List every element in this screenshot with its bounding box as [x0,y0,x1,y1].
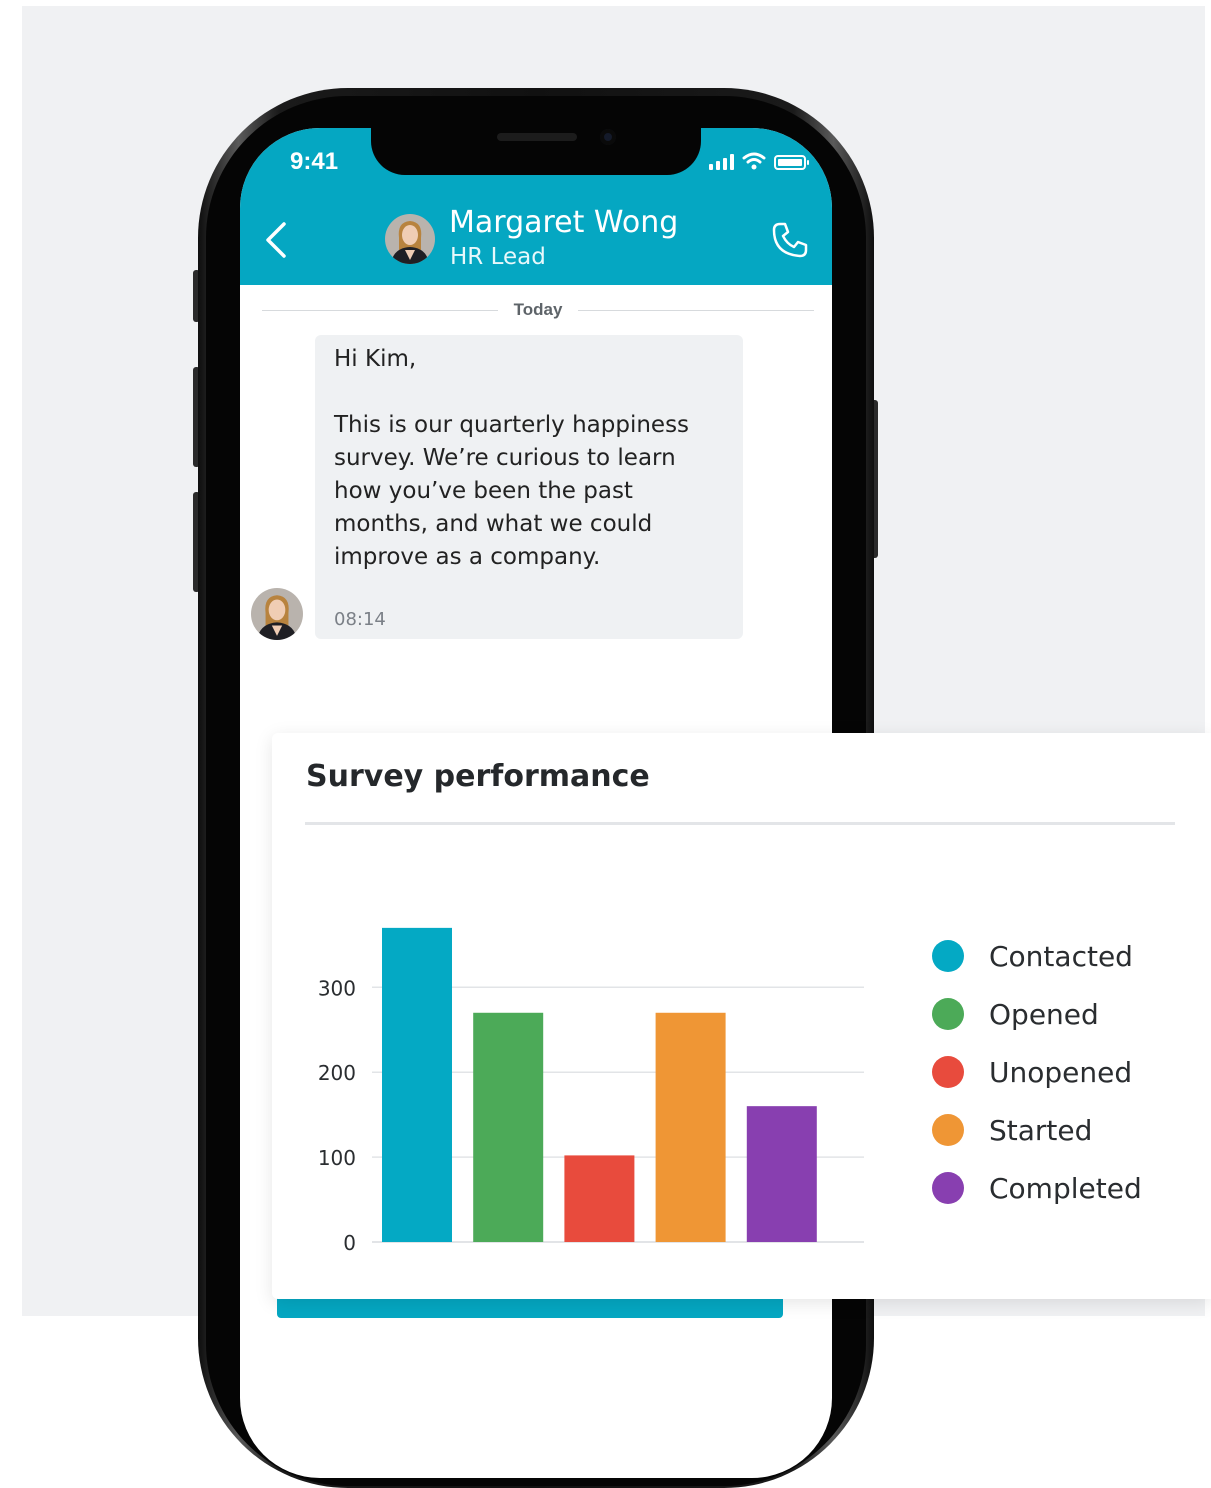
legend-item-opened[interactable]: Opened [932,985,1142,1043]
legend-item-unopened[interactable]: Unopened [932,1043,1142,1101]
bar-completed[interactable] [746,1106,817,1242]
message-timestamp: 08:14 [334,609,386,630]
front-camera [600,129,616,145]
status-bar-icons [709,150,809,170]
legend-item-completed[interactable]: Completed [932,1159,1142,1217]
message-greeting: Hi Kim, [334,346,417,372]
legend-label: Completed [989,1171,1142,1205]
legend-swatch [932,1172,964,1204]
legend-label: Opened [989,997,1099,1031]
cellular-signal-icon [709,152,734,170]
chevron-left-icon [266,222,286,258]
legend-swatch [932,998,964,1030]
battery-icon [774,155,809,170]
survey-performance-card: Survey performance 0 100 200 300 Contacted O… [272,733,1211,1299]
message-body: This is our quarterly happiness survey. … [334,412,690,570]
bar-started[interactable] [655,1012,726,1242]
call-button[interactable] [766,216,814,264]
bar-contacted[interactable] [382,927,452,1242]
contact-avatar[interactable] [385,214,435,264]
y-tick-label: 300 [318,976,356,1000]
date-divider-label: Today [513,300,563,319]
legend-swatch [932,1056,964,1088]
status-bar-time: 9:41 [290,148,339,175]
y-tick-label: 200 [318,1061,356,1085]
wifi-icon [742,152,766,170]
phone-icon [772,222,808,258]
sender-avatar [251,588,303,640]
legend-item-contacted[interactable]: Contacted [932,927,1142,985]
legend-label: Started [989,1113,1093,1147]
legend-swatch [932,1114,964,1146]
legend-swatch [932,940,964,972]
chart-legend: Contacted Opened Unopened Started Completed [932,927,1142,1217]
speaker-grille [497,133,577,141]
bar-chart: 0 100 200 300 [318,927,864,1255]
y-tick-label: 0 [343,1231,356,1255]
back-button[interactable] [260,220,292,260]
legend-item-started[interactable]: Started [932,1101,1142,1159]
contact-name: Margaret Wong [449,205,679,240]
legend-label: Contacted [989,939,1133,973]
message-bubble[interactable]: Hi Kim, This is our quarterly happiness … [315,335,743,639]
date-divider: Today [262,298,814,322]
contact-role: HR Lead [450,244,546,270]
y-tick-label: 100 [318,1146,356,1170]
legend-label: Unopened [989,1055,1133,1089]
bar-opened[interactable] [473,1012,544,1242]
phone-notch [371,128,701,175]
bar-unopened[interactable] [564,1155,635,1242]
